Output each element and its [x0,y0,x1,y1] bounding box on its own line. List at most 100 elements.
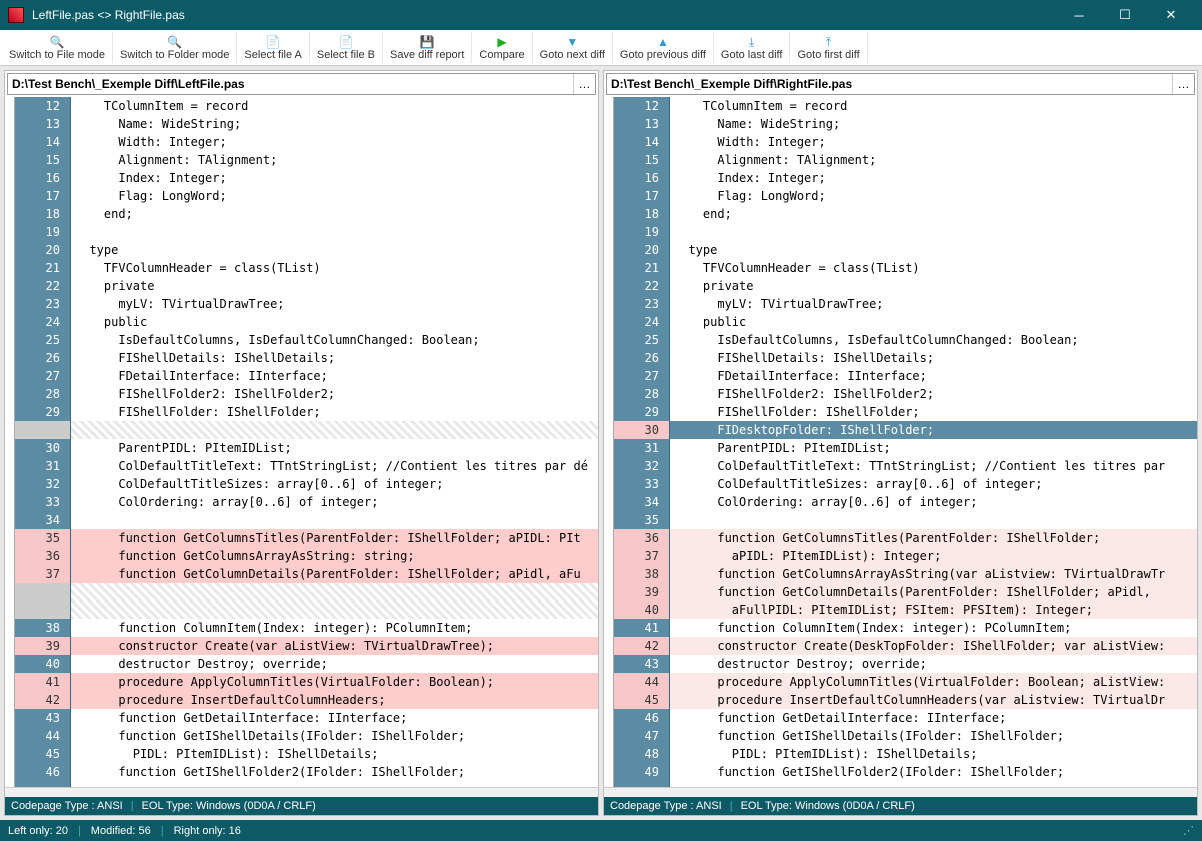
goto-first-diff-button[interactable]: ⤒ Goto first diff [790,32,867,63]
code-line[interactable]: IsDefaultColumns, IsDefaultColumnChanged… [670,331,1197,349]
close-button[interactable]: ✕ [1148,0,1194,30]
code-line[interactable]: TFVColumnHeader = class(TList) [670,259,1197,277]
code-line[interactable]: ColDefaultTitleSizes: array[0..6] of int… [670,475,1197,493]
code-line[interactable] [71,511,598,529]
code-line[interactable]: FIShellFolder: IShellFolder; [670,403,1197,421]
code-line[interactable] [670,223,1197,241]
code-line[interactable]: PIDL: PItemIDList): IShellDetails; [71,745,598,763]
code-line[interactable]: function GetColumnDetails(ParentFolder: … [670,583,1197,601]
code-line[interactable]: function GetIShellDetails(IFolder: IShel… [670,727,1197,745]
code-line[interactable]: function GetColumnsTitles(ParentFolder: … [670,529,1197,547]
code-line[interactable]: function GetIShellDetails(IFolder: IShel… [71,727,598,745]
code-line[interactable]: ColOrdering: array[0..6] of integer; [670,493,1197,511]
code-line[interactable]: FIShellFolder: IShellFolder; [71,403,598,421]
code-line[interactable]: ColDefaultTitleText: TTntStringList; //C… [71,457,598,475]
code-line[interactable]: private [670,277,1197,295]
code-line[interactable]: ColDefaultTitleSizes: array[0..6] of int… [71,475,598,493]
select-file-b-button[interactable]: 📄 Select file B [310,32,383,63]
switch-folder-mode-button[interactable]: 🔍 Switch to Folder mode [113,32,237,63]
code-line[interactable]: public [71,313,598,331]
code-line[interactable]: TColumnItem = record [71,97,598,115]
code-line[interactable]: function GetIShellFolder2(IFolder: IShel… [670,763,1197,781]
code-line[interactable]: destructor Destroy; override; [670,655,1197,673]
code-line[interactable]: function ColumnItem(Index: integer): PCo… [71,619,598,637]
left-browse-button[interactable]: … [573,74,595,94]
code-line[interactable]: FIShellFolder2: IShellFolder2; [670,385,1197,403]
code-line[interactable]: Alignment: TAlignment; [670,151,1197,169]
save-diff-report-button[interactable]: 💾 Save diff report [383,32,472,63]
code-line[interactable]: function GetColumnsTitles(ParentFolder: … [71,529,598,547]
left-code[interactable]: TColumnItem = record Name: WideString; W… [71,97,598,787]
code-line[interactable]: ParentPIDL: PItemIDList; [670,439,1197,457]
code-line[interactable] [71,583,598,601]
code-line[interactable] [71,421,598,439]
code-line[interactable]: myLV: TVirtualDrawTree; [670,295,1197,313]
code-line[interactable]: destructor Destroy; override; [71,655,598,673]
minimize-button[interactable]: ─ [1056,0,1102,30]
code-line[interactable]: function GetColumnsArrayAsString(var aLi… [670,565,1197,583]
code-line[interactable]: procedure InsertDefaultColumnHeaders(var… [670,691,1197,709]
switch-file-mode-button[interactable]: 🔍 Switch to File mode [2,32,113,63]
code-line[interactable]: Alignment: TAlignment; [71,151,598,169]
code-line[interactable]: Name: WideString; [670,115,1197,133]
maximize-button[interactable]: ☐ [1102,0,1148,30]
code-line[interactable]: PIDL: PItemIDList): IShellDetails; [670,745,1197,763]
goto-last-diff-button[interactable]: ⤓ Goto last diff [714,32,791,63]
code-line[interactable]: end; [670,205,1197,223]
left-path-input[interactable] [8,74,573,94]
code-line[interactable]: ColDefaultTitleText: TTntStringList; //C… [670,457,1197,475]
compare-button[interactable]: ▶ Compare [472,32,532,63]
code-line[interactable]: TColumnItem = record [670,97,1197,115]
right-path-input[interactable] [607,74,1172,94]
code-line[interactable]: constructor Create(DeskTopFolder: IShell… [670,637,1197,655]
code-line[interactable]: FIShellDetails: IShellDetails; [670,349,1197,367]
code-line[interactable]: ParentPIDL: PItemIDList; [71,439,598,457]
goto-prev-diff-button[interactable]: ▲ Goto previous diff [613,32,714,63]
select-file-a-button[interactable]: 📄 Select file A [237,32,309,63]
code-line[interactable]: procedure ApplyColumnTitles(VirtualFolde… [670,673,1197,691]
right-horizontal-scrollbar[interactable] [604,787,1197,797]
code-line[interactable]: type [71,241,598,259]
code-line[interactable]: constructor Create(var aListView: TVirtu… [71,637,598,655]
right-browse-button[interactable]: … [1172,74,1194,94]
code-line[interactable]: FIDesktopFolder: IShellFolder; [670,421,1197,439]
code-line[interactable]: Index: Integer; [71,169,598,187]
code-line[interactable]: FIShellFolder2: IShellFolder2; [71,385,598,403]
code-line[interactable]: FDetailInterface: IInterface; [670,367,1197,385]
right-code-area[interactable]: 1213141516171819202122232425262728293031… [604,97,1197,787]
code-line[interactable] [71,223,598,241]
right-code[interactable]: TColumnItem = record Name: WideString; W… [670,97,1197,787]
code-line[interactable]: IsDefaultColumns, IsDefaultColumnChanged… [71,331,598,349]
code-line[interactable] [670,511,1197,529]
goto-next-diff-button[interactable]: ▼ Goto next diff [533,32,613,63]
code-line[interactable]: Index: Integer; [670,169,1197,187]
left-code-area[interactable]: 1213141516171819202122232425262728293031… [5,97,598,787]
code-line[interactable]: Width: Integer; [670,133,1197,151]
code-line[interactable]: function GetDetailInterface: IInterface; [71,709,598,727]
code-line[interactable]: aFullPIDL: PItemIDList; FSItem: PFSItem)… [670,601,1197,619]
code-line[interactable]: function GetColumnsArrayAsString: string… [71,547,598,565]
code-line[interactable] [71,601,598,619]
code-line[interactable]: Flag: LongWord; [71,187,598,205]
code-line[interactable]: end; [71,205,598,223]
code-line[interactable]: ColOrdering: array[0..6] of integer; [71,493,598,511]
code-line[interactable]: Flag: LongWord; [670,187,1197,205]
code-line[interactable]: myLV: TVirtualDrawTree; [71,295,598,313]
code-line[interactable]: Width: Integer; [71,133,598,151]
code-line[interactable]: FIShellDetails: IShellDetails; [71,349,598,367]
code-line[interactable]: function ColumnItem(Index: integer): PCo… [670,619,1197,637]
code-line[interactable]: FDetailInterface: IInterface; [71,367,598,385]
code-line[interactable]: procedure InsertDefaultColumnHeaders; [71,691,598,709]
code-line[interactable]: procedure ApplyColumnTitles(VirtualFolde… [71,673,598,691]
code-line[interactable]: type [670,241,1197,259]
code-line[interactable]: function GetDetailInterface: IInterface; [670,709,1197,727]
code-line[interactable]: Name: WideString; [71,115,598,133]
code-line[interactable]: function GetColumnDetails(ParentFolder: … [71,565,598,583]
code-line[interactable]: function GetIShellFolder2(IFolder: IShel… [71,763,598,781]
left-horizontal-scrollbar[interactable] [5,787,598,797]
code-line[interactable]: aPIDL: PItemIDList): Integer; [670,547,1197,565]
resize-grip-icon[interactable]: ⋰ [1183,824,1194,837]
code-line[interactable]: public [670,313,1197,331]
code-line[interactable]: private [71,277,598,295]
code-line[interactable]: TFVColumnHeader = class(TList) [71,259,598,277]
